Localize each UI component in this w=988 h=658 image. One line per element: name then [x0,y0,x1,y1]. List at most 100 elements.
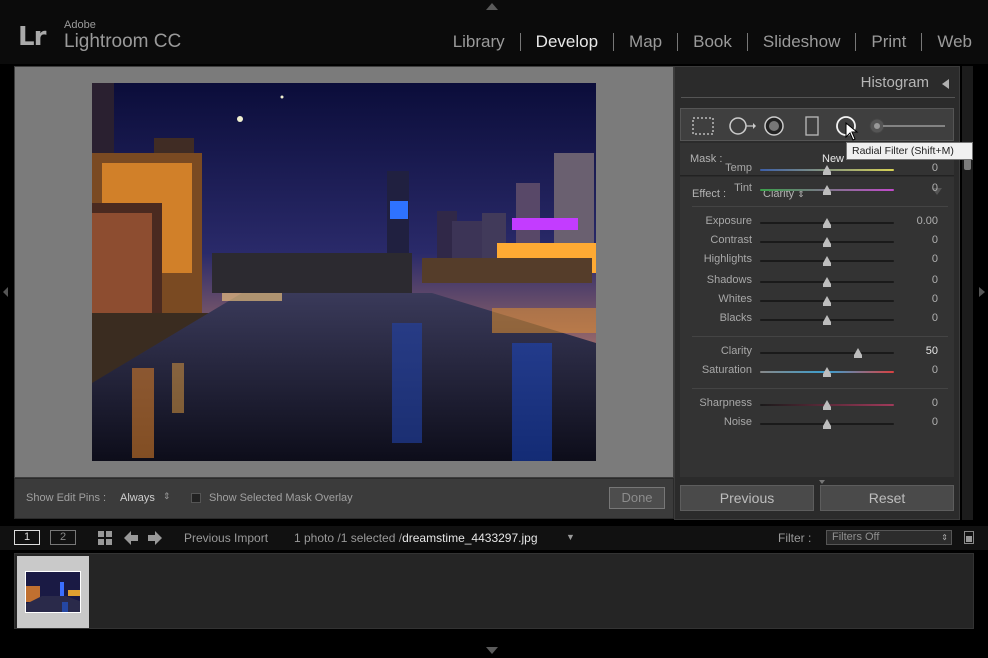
next-photo-icon[interactable] [148,531,162,545]
panel-divider [681,97,955,98]
whites-slider-thumb[interactable] [823,296,831,306]
mouse-cursor-icon [845,122,859,141]
panel-expand-icon[interactable] [819,480,825,484]
top-panel-toggle-icon[interactable] [486,3,498,10]
pins-dropdown-icon[interactable]: ⇕ [163,491,171,502]
filter-dropdown[interactable]: Filters Off ⇕ [826,530,952,545]
module-print[interactable]: Print [856,33,923,51]
photo-preview[interactable] [92,83,596,461]
saturation-value[interactable]: 0 [904,364,938,376]
spot-removal-icon[interactable] [727,116,757,136]
slider-row-whites: Whites 0 [680,292,954,311]
filmstrip-selection-info[interactable]: 1 photo /1 selected /dreamstime_4433297.… [294,531,538,545]
shadows-slider-thumb[interactable] [823,277,831,287]
right-panel-scrollbar[interactable] [962,66,973,520]
exposure-value[interactable]: 0.00 [904,215,938,227]
saturation-slider-thumb[interactable] [823,367,831,377]
noise-slider-thumb[interactable] [823,419,831,429]
shadows-slider[interactable] [760,277,894,287]
temp-slider[interactable] [760,165,894,175]
whites-slider[interactable] [760,296,894,306]
slider-row-saturation: Saturation 0 [680,363,954,382]
primary-display-button[interactable]: 1 [14,530,40,545]
filmstrip-source[interactable]: Previous Import [184,531,268,545]
shadows-value[interactable]: 0 [904,274,938,286]
slider-row-shadows: Shadows 0 [680,273,954,292]
adjustment-brush-icon[interactable] [869,116,949,138]
show-pins-label: Show Edit Pins : [26,492,107,504]
temp-slider-thumb[interactable] [823,165,831,175]
blacks-value[interactable]: 0 [904,312,938,324]
noise-slider[interactable] [760,419,894,429]
temp-value[interactable]: 0 [904,162,938,174]
tint-slider-thumb[interactable] [823,185,831,195]
highlights-slider-thumb[interactable] [823,256,831,266]
module-slideshow[interactable]: Slideshow [748,33,857,51]
slider-row-clarity: Clarity 50 [680,344,954,363]
filename-dropdown-icon[interactable]: ▼ [566,532,575,542]
previous-button[interactable]: Previous [680,485,814,511]
bottom-panel-toggle-icon[interactable] [486,647,498,654]
clarity-slider[interactable] [760,348,894,358]
exposure-slider[interactable] [760,218,894,228]
sharpness-slider-thumb[interactable] [823,400,831,410]
slider-row-temp: Temp 0 [680,161,954,180]
filter-label: Filter : [778,531,812,545]
panel-buttons: Previous Reset [680,480,954,513]
left-panel-toggle-icon[interactable] [3,287,8,297]
show-pins-dropdown[interactable]: Always [120,492,155,504]
filmstrip-thumbnail[interactable] [17,556,89,628]
slider-row-contrast: Contrast 0 [680,233,954,252]
app-name: Lightroom CC [64,31,182,52]
highlights-value[interactable]: 0 [904,253,938,265]
mask-overlay-checkbox[interactable] [191,493,201,503]
vendor-name: Adobe [64,19,96,31]
slider-row-exposure: Exposure 0.00 [680,214,954,233]
noise-value[interactable]: 0 [904,416,938,428]
module-develop[interactable]: Develop [521,33,615,51]
graduated-filter-icon[interactable] [805,116,819,138]
sharpness-slider[interactable] [760,400,894,410]
filter-lock-icon[interactable] [964,531,974,544]
saturation-slider[interactable] [760,367,894,377]
contrast-slider-thumb[interactable] [823,237,831,247]
secondary-display-button[interactable]: 2 [50,530,76,545]
module-library[interactable]: Library [438,33,521,51]
histogram-collapse-icon[interactable] [942,79,949,89]
grid-view-icon[interactable] [98,531,112,545]
mask-overlay-label[interactable]: Show Selected Mask Overlay [209,492,353,504]
filter-value: Filters Off [832,531,880,543]
contrast-value[interactable]: 0 [904,234,938,246]
blacks-slider[interactable] [760,315,894,325]
radial-filter-sliders: Effect : Clarity ⇕ Temp 0 Tint 0 Exposure 0.0… [680,162,954,477]
tint-slider[interactable] [760,185,894,195]
done-button[interactable]: Done [609,487,665,509]
module-map[interactable]: Map [614,33,679,51]
whites-value[interactable]: 0 [904,293,938,305]
blacks-slider-thumb[interactable] [823,315,831,325]
selected-filename: dreamstime_4433297.jpg [402,531,538,545]
module-web[interactable]: Web [922,33,972,51]
module-book[interactable]: Book [678,33,748,51]
thumbnail-image[interactable] [25,571,81,613]
highlights-slider[interactable] [760,256,894,266]
photo-count: 1 photo /1 selected / [294,531,403,545]
histogram-title[interactable]: Histogram [861,74,929,91]
right-panel-toggle-icon[interactable] [979,287,985,297]
contrast-slider[interactable] [760,237,894,247]
develop-right-panel: Histogram Mask : New Effect: Clarity ⇕ … [674,66,960,520]
sharpness-value[interactable]: 0 [904,397,938,409]
red-eye-icon[interactable] [763,116,785,138]
slider-row-sharpness: Sharpness 0 [680,396,954,415]
clarity-value[interactable]: 50 [904,345,938,357]
exposure-slider-thumb[interactable] [823,218,831,228]
previous-photo-icon[interactable] [124,531,138,545]
crop-overlay-icon[interactable] [691,116,715,136]
tint-value[interactable]: 0 [904,182,938,194]
histogram-header[interactable]: Histogram [675,67,959,99]
module-bar: Lr Adobe Lightroom CC Library Develop Map B… [0,0,988,64]
whites-label: Whites [718,293,752,305]
clarity-slider-thumb[interactable] [853,348,862,358]
reset-button[interactable]: Reset [820,485,954,511]
image-canvas[interactable] [14,66,674,478]
